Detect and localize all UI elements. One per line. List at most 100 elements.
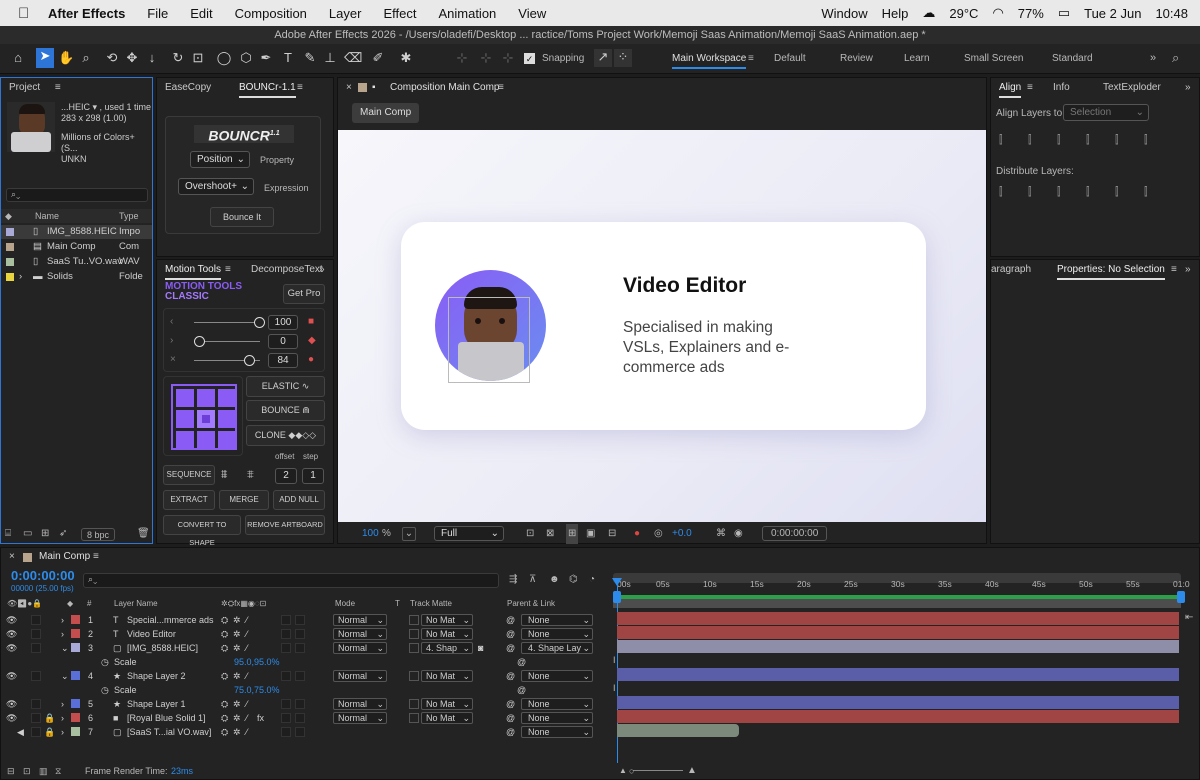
matte-pickwhip-icon[interactable] — [409, 699, 419, 709]
puppet-tool-icon[interactable]: ✱ — [398, 50, 414, 66]
quality-switch-icon[interactable]: ⁄ — [246, 627, 248, 641]
col-track-matte[interactable]: Track Matte — [410, 597, 452, 611]
layer-duration-bar[interactable] — [617, 640, 1179, 653]
parent-pickwhip-icon[interactable]: @ — [506, 725, 515, 739]
shy-switch-icon[interactable]: ⛭ — [221, 627, 228, 641]
solo-toggle[interactable] — [31, 643, 41, 653]
layer-label-chip[interactable] — [71, 713, 80, 722]
apple-menu-icon[interactable]:  — [18, 5, 32, 22]
shy-switch-icon[interactable]: ⛭ — [221, 613, 228, 627]
app-menu[interactable]: After Effects — [48, 6, 125, 21]
layer-duration-bar[interactable] — [617, 626, 1179, 639]
distribute-icon[interactable]: ⫿ — [1057, 186, 1061, 199]
slider-value[interactable]: 0 — [268, 334, 298, 349]
slider-knob[interactable] — [244, 355, 255, 366]
anchor-point-cell[interactable] — [176, 431, 194, 449]
lock-icon[interactable]: 🔒 — [44, 711, 55, 725]
parent-pickwhip-icon[interactable]: @ — [506, 711, 515, 725]
anchor-point-cell[interactable] — [176, 389, 194, 407]
project-menu-icon[interactable]: ≡ — [55, 82, 61, 93]
selection-tool-icon[interactable]: ➤ — [36, 48, 54, 68]
clone-stamp-icon[interactable]: ⊥ — [322, 50, 338, 66]
workspace-main[interactable]: Main Workspace — [672, 53, 747, 69]
info-tab[interactable]: Info — [1053, 78, 1070, 98]
anchor-point-cell[interactable] — [197, 431, 215, 449]
menu-view[interactable]: View — [518, 6, 546, 21]
align-left-icon[interactable]: ⫿ — [999, 134, 1003, 147]
weather-icon[interactable]: ☁ — [922, 5, 935, 21]
sequence-reverse-icon[interactable]: ⩨ — [247, 467, 254, 482]
snapshot-icon[interactable]: ⌘ — [716, 524, 726, 544]
parent-select[interactable]: 4. Shape Lay ⌄ — [521, 642, 593, 654]
pan-icon[interactable]: ✥ — [124, 50, 140, 66]
bouncr-menu-icon[interactable]: ≡ — [297, 78, 303, 98]
quality-switch-icon[interactable]: ⁄ — [246, 725, 248, 739]
type-tool-icon[interactable]: T — [280, 50, 296, 66]
parent-select[interactable]: None ⌄ — [521, 712, 593, 724]
solo-toggle[interactable] — [31, 671, 41, 681]
matte-pickwhip-icon[interactable] — [409, 643, 419, 653]
matte-pickwhip-icon[interactable] — [409, 671, 419, 681]
slider-value[interactable]: 84 — [268, 353, 298, 368]
workspace-standard[interactable]: Standard — [1052, 53, 1093, 64]
comp-canvas[interactable]: Video Editor Specialised in making VSLs,… — [338, 130, 986, 522]
workspace-default[interactable]: Default — [774, 53, 806, 64]
slider-knob[interactable] — [194, 336, 205, 347]
channels-icon[interactable]: ● — [634, 524, 640, 544]
anchor-point-cell[interactable] — [218, 431, 236, 449]
comp-marker-icon[interactable]: ⇤ — [1185, 612, 1193, 623]
new-folder-icon[interactable]: ▭ — [23, 525, 32, 543]
distribute-icon[interactable]: ⫿ — [1028, 186, 1032, 199]
bpc-button[interactable]: 8 bpc — [81, 528, 116, 541]
toggle-timing-icon[interactable]: ▥ — [39, 762, 48, 780]
comp-timecode[interactable]: 0:00:00:00 — [762, 526, 828, 541]
workspace-menu-icon[interactable]: ≡ — [748, 53, 754, 64]
blend-mode-select[interactable]: Normal ⌄ — [333, 628, 387, 640]
extract-button[interactable]: EXTRACT — [163, 490, 215, 510]
mask-toggle-icon[interactable]: ▣ — [586, 524, 595, 544]
matte-pickwhip-icon[interactable] — [409, 629, 419, 639]
merge-button[interactable]: MERGE — [219, 490, 269, 510]
axis-world-icon[interactable]: ⊹ — [478, 50, 494, 66]
workspace-learn[interactable]: Learn — [904, 53, 930, 64]
align-to-select[interactable]: Selection ⌄ — [1063, 104, 1149, 121]
twirl-icon[interactable]: › — [61, 697, 64, 711]
close-timeline-icon[interactable]: × — [9, 548, 15, 566]
motion-tools-tab[interactable]: Motion Tools — [165, 262, 221, 280]
project-tab[interactable]: Project — [9, 82, 40, 93]
slider-keyframe-icon[interactable]: ● — [308, 354, 314, 365]
ellipse-tool-icon[interactable]: ◯ — [216, 50, 232, 66]
textexploder-tab[interactable]: TextExploder — [1103, 78, 1161, 98]
layer-row[interactable]: 👁 ⌄ 4 ★ Shape Layer 2 ⛭ ✲ ⁄ Normal ⌄ No Mat ⌄ @ None ⌄ — [1, 669, 611, 683]
align-vcenter-icon[interactable]: ⫿ — [1115, 134, 1119, 147]
col-parent[interactable]: Parent & Link — [507, 597, 555, 611]
distribute-icon[interactable]: ⫿ — [1144, 186, 1148, 199]
slider-keyframe-icon[interactable]: ■ — [308, 316, 314, 327]
close-comp-icon[interactable]: × — [346, 78, 352, 98]
color-management-icon[interactable]: ◎ — [654, 524, 663, 544]
track-matte-select[interactable]: 4. Shap ⌄ — [421, 642, 473, 654]
project-item[interactable]: ▯ IMG_8588.HEIC Impo — [1, 225, 152, 239]
matte-alpha-icon[interactable]: ◙ — [478, 641, 483, 655]
exposure-value[interactable]: +0.0 — [672, 524, 692, 544]
parent-pickwhip-icon[interactable]: @ — [506, 641, 515, 655]
eraser-tool-icon[interactable]: ⌫ — [344, 50, 362, 66]
col-layer-name[interactable]: Layer Name — [114, 597, 158, 611]
layer-name[interactable]: Shape Layer 1 — [127, 697, 186, 711]
guides-icon[interactable]: ⊞ — [566, 524, 579, 544]
blend-mode-select[interactable]: Normal ⌄ — [333, 698, 387, 710]
rotate-tool-icon[interactable]: ↻ — [170, 50, 186, 66]
transparency-grid-icon[interactable]: ⊠ — [546, 524, 554, 544]
align-tab[interactable]: Align — [999, 80, 1022, 98]
bounce-button[interactable]: BOUNCE ⋒ — [246, 400, 325, 421]
twirl-icon[interactable]: › — [61, 613, 64, 627]
project-item[interactable]: › ▬ Solids Folde — [1, 270, 152, 284]
parent-pickwhip-icon[interactable]: @ — [506, 627, 515, 641]
distribute-icon[interactable]: ⫿ — [999, 186, 1003, 199]
visibility-eye-icon[interactable]: 👁 — [6, 697, 17, 711]
track-matte-select[interactable]: No Mat ⌄ — [421, 614, 473, 626]
composition-tab[interactable]: Composition Main Comp — [390, 78, 500, 98]
wifi-icon[interactable]: ◠ — [992, 5, 1003, 21]
menu-animation[interactable]: Animation — [438, 6, 496, 21]
anchor-point-cell[interactable] — [218, 389, 236, 407]
